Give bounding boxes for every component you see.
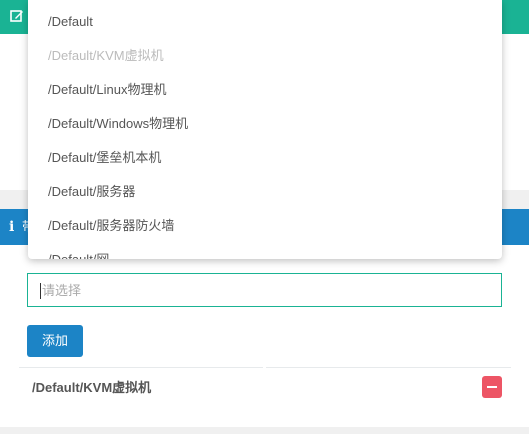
- selected-node-label: /Default/KVM虚拟机: [32, 380, 152, 395]
- dropdown-option: /Default/KVM虚拟机: [48, 48, 164, 63]
- node-dropdown-list[interactable]: /Default /Default/KVM虚拟机 /Default/Linux物…: [28, 0, 502, 259]
- select-placeholder: 请选择: [42, 283, 82, 298]
- node-select-input[interactable]: 请选择: [27, 273, 502, 307]
- dropdown-option[interactable]: /Default/网: [48, 250, 109, 259]
- minus-icon: [487, 386, 497, 388]
- remove-node-button[interactable]: [482, 376, 502, 398]
- dropdown-option[interactable]: /Default/Windows物理机: [48, 114, 188, 134]
- dropdown-option[interactable]: /Default/服务器防火墙: [48, 216, 174, 236]
- dropdown-option[interactable]: /Default/服务器: [48, 182, 135, 202]
- text-caret: [40, 283, 41, 299]
- dropdown-option[interactable]: /Default/Linux物理机: [48, 80, 167, 100]
- dropdown-option[interactable]: /Default/堡垒机本机: [48, 148, 161, 168]
- edit-icon: [10, 10, 23, 22]
- add-button[interactable]: 添加: [27, 325, 83, 357]
- dropdown-option[interactable]: /Default: [48, 12, 93, 32]
- info-icon: i: [9, 219, 15, 235]
